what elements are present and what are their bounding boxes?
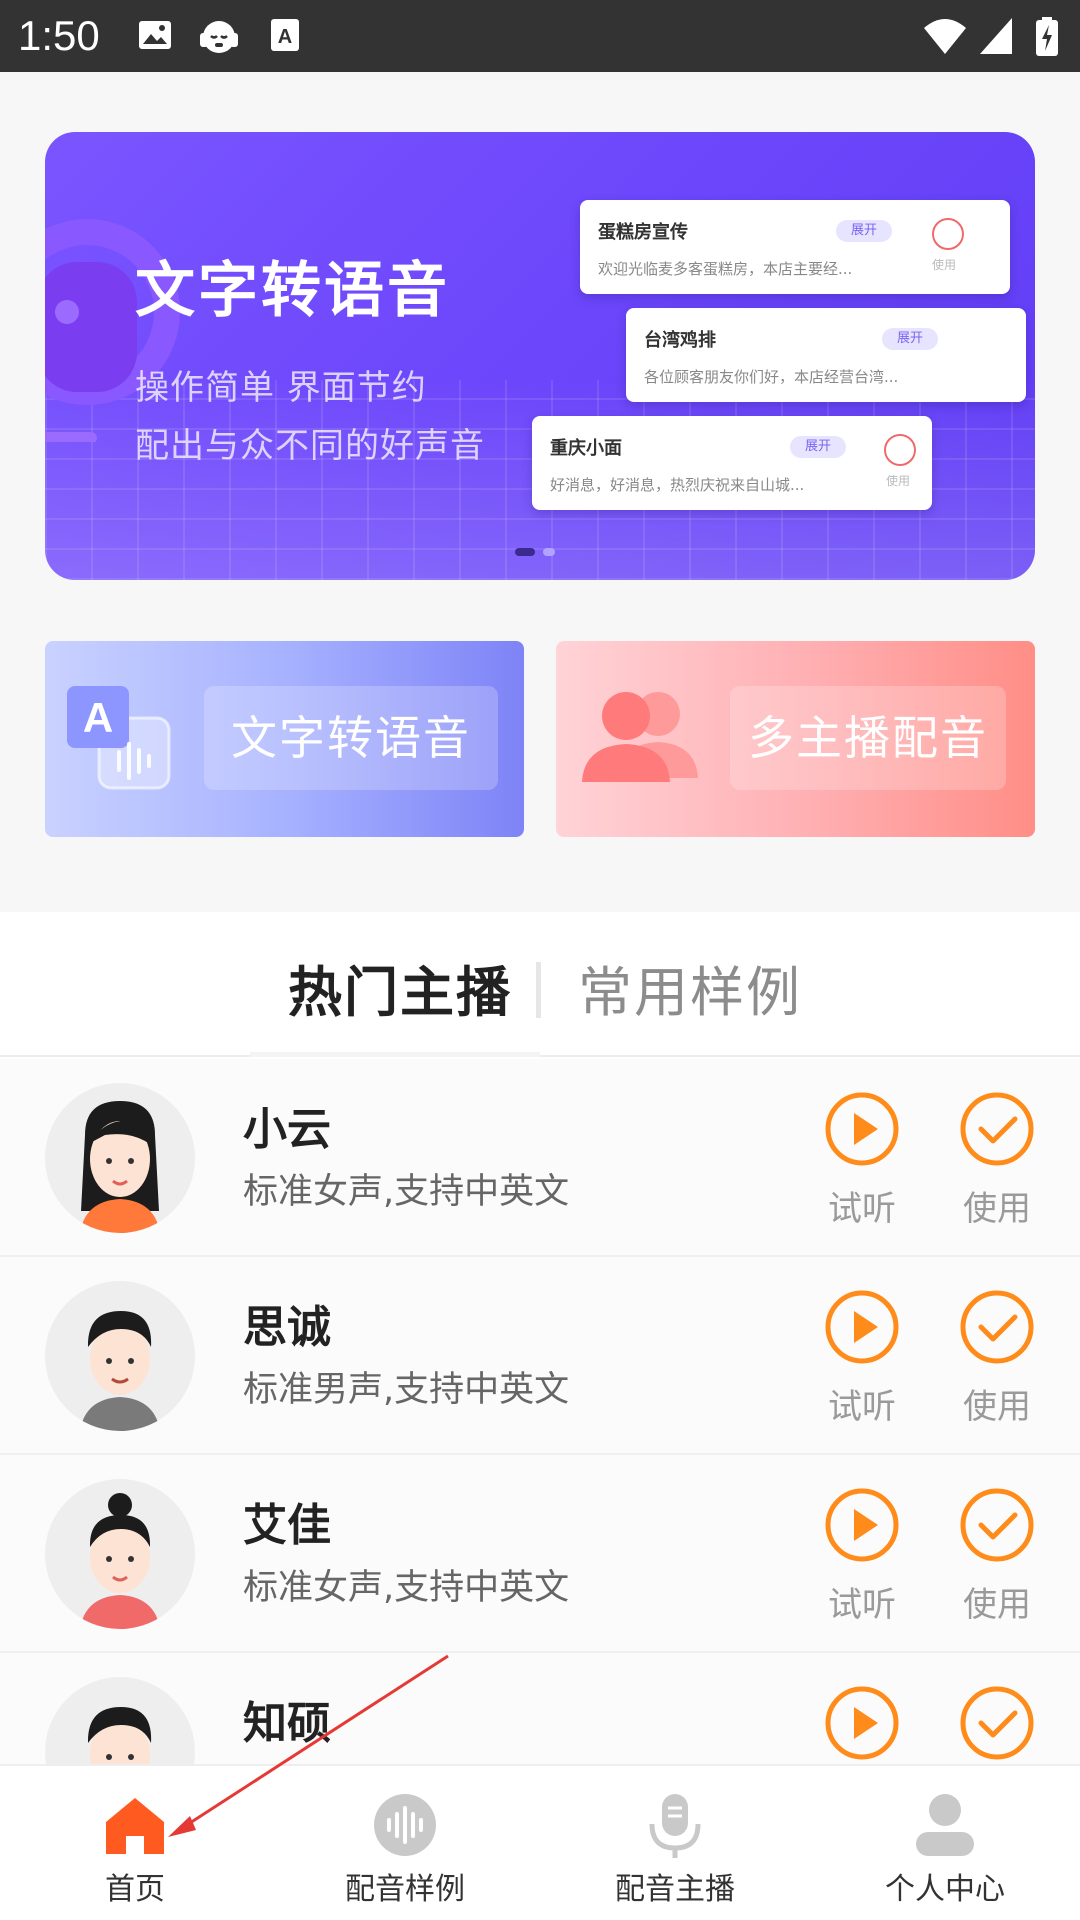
check-icon [932, 218, 964, 250]
anchor-name: 艾佳 [243, 1500, 331, 1551]
use-button[interactable]: 使用 [952, 1091, 1042, 1230]
listen-button[interactable]: 试听 [817, 1091, 907, 1230]
banner-title: 文字转语音 [135, 256, 450, 326]
check-circle-icon [960, 1488, 1034, 1562]
list-item[interactable]: 艾佳 标准女声,支持中英文 试听 使用 [0, 1455, 1080, 1653]
nav-label: 配音主播 [615, 1872, 735, 1907]
bottom-nav: 首页 配音样例 配音主播 个人中心 [0, 1764, 1080, 1920]
battery-charging-icon [1034, 16, 1060, 62]
status-time: 1:50 [18, 12, 100, 59]
listen-label: 试听 [828, 1387, 896, 1427]
assistant-icon [196, 16, 242, 60]
nav-label: 配音样例 [345, 1872, 465, 1907]
anchor-name: 思诚 [243, 1302, 331, 1353]
avatar [45, 1083, 195, 1233]
carousel-dot [543, 548, 555, 556]
home-icon [106, 1798, 164, 1854]
anchor-desc: 标准女声,支持中英文 [243, 1172, 570, 1212]
cell-signal-icon [978, 16, 1014, 60]
list-item[interactable]: 知硕 [0, 1653, 1080, 1764]
tab-common-samples[interactable]: 常用样例 [578, 948, 802, 1027]
font-download-icon: A [268, 16, 302, 58]
list-item[interactable]: 思诚 标准男声,支持中英文 试听 使用 [0, 1257, 1080, 1455]
list-item[interactable]: 小云 标准女声,支持中英文 试听 使用 [0, 1059, 1080, 1257]
avatar [45, 1479, 195, 1629]
tab-hot-anchors[interactable]: 热门主播 [288, 948, 512, 1027]
sample-card-expand: 展开 [790, 436, 846, 458]
banner-subtitle-2: 配出与众不同的好声音 [135, 426, 485, 466]
wifi-icon [922, 16, 968, 60]
tab-divider [536, 962, 541, 1018]
nav-personal-center[interactable]: 个人中心 [810, 1766, 1080, 1920]
tab-bar: 热门主播 常用样例 [0, 912, 1080, 1057]
microphone-icon [649, 1794, 701, 1858]
sample-card-use: 使用 [932, 258, 957, 272]
listen-button[interactable]: 试听 [817, 1487, 907, 1626]
avatar [45, 1677, 195, 1764]
check-icon [884, 434, 916, 466]
check-circle-icon [960, 1686, 1034, 1760]
sample-card-title: 蛋糕房宣传 [598, 222, 688, 243]
sample-card-title: 重庆小面 [550, 438, 622, 459]
nav-dubbing-anchors[interactable]: 配音主播 [540, 1766, 810, 1920]
anchor-section: 热门主播 常用样例 小云 标准女声,支持中英文 试听 使用 思诚 标准男声,支持… [0, 912, 1080, 1764]
listen-button[interactable]: 试听 [817, 1289, 907, 1428]
carousel-indicator [515, 548, 555, 556]
anchor-desc: 标准男声,支持中英文 [243, 1370, 570, 1410]
gallery-icon [136, 16, 174, 58]
translate-voice-icon: A [67, 686, 177, 800]
multi-anchor-dubbing-button[interactable]: 多主播配音 [556, 641, 1035, 837]
sample-card-desc: 各位顾客朋友你们好，本店经营台湾... [644, 368, 899, 386]
listen-label: 试听 [828, 1585, 896, 1625]
anchor-name: 小云 [243, 1104, 331, 1155]
banner-sample-card: 台湾鸡排 展开 各位顾客朋友你们好，本店经营台湾... [626, 308, 1026, 402]
sample-card-desc: 欢迎光临麦多客蛋糕房，本店主要经... [598, 260, 853, 278]
use-button[interactable]: 使用 [952, 1289, 1042, 1428]
nav-label: 首页 [105, 1872, 165, 1907]
text-to-speech-button[interactable]: A 文字转语音 [45, 641, 524, 837]
banner-sample-card: 蛋糕房宣传 展开 欢迎光临麦多客蛋糕房，本店主要经... 使用 [580, 200, 1010, 294]
svg-text:A: A [278, 26, 292, 48]
nav-dubbing-samples[interactable]: 配音样例 [270, 1766, 540, 1920]
status-bar: 1:50 A [0, 0, 1080, 72]
carousel-dot-active [515, 548, 535, 556]
banner-subtitle-1: 操作简单 界面节约 [135, 368, 427, 408]
use-label: 使用 [963, 1189, 1031, 1229]
sample-card-desc: 好消息，好消息，热烈庆祝来自山城... [550, 476, 805, 494]
check-circle-icon [960, 1290, 1034, 1364]
person-icon [916, 1794, 974, 1856]
nav-home[interactable]: 首页 [0, 1766, 270, 1920]
sample-card-title: 台湾鸡排 [644, 330, 716, 351]
multi-anchor-dubbing-label: 多主播配音 [730, 686, 1006, 790]
anchor-name: 知硕 [243, 1698, 331, 1749]
play-circle-icon [825, 1488, 899, 1562]
sample-card-expand: 展开 [836, 220, 892, 242]
avatar [45, 1281, 195, 1431]
use-button[interactable] [952, 1685, 1042, 1764]
soundwave-icon [374, 1794, 436, 1856]
nav-label: 个人中心 [885, 1872, 1005, 1907]
sample-card-expand: 展开 [882, 328, 938, 350]
promo-banner[interactable]: 文字转语音 操作简单 界面节约 配出与众不同的好声音 蛋糕房宣传 展开 欢迎光临… [45, 132, 1035, 580]
text-to-speech-label: 文字转语音 [204, 686, 498, 790]
listen-button[interactable] [817, 1685, 907, 1764]
banner-sample-card: 重庆小面 展开 好消息，好消息，热烈庆祝来自山城... 使用 [532, 416, 932, 510]
play-circle-icon [825, 1092, 899, 1166]
home-page: 文字转语音 操作简单 界面节约 配出与众不同的好声音 蛋糕房宣传 展开 欢迎光临… [0, 72, 1080, 1764]
svg-text:A: A [83, 694, 113, 741]
sample-card-use: 使用 [886, 474, 911, 488]
group-users-icon [576, 686, 706, 790]
use-label: 使用 [963, 1387, 1031, 1427]
anchor-desc: 标准女声,支持中英文 [243, 1568, 570, 1608]
tab-active-indicator [250, 1052, 540, 1057]
check-circle-icon [960, 1092, 1034, 1166]
listen-label: 试听 [828, 1189, 896, 1229]
use-label: 使用 [963, 1585, 1031, 1625]
play-circle-icon [825, 1686, 899, 1760]
play-circle-icon [825, 1290, 899, 1364]
use-button[interactable]: 使用 [952, 1487, 1042, 1626]
